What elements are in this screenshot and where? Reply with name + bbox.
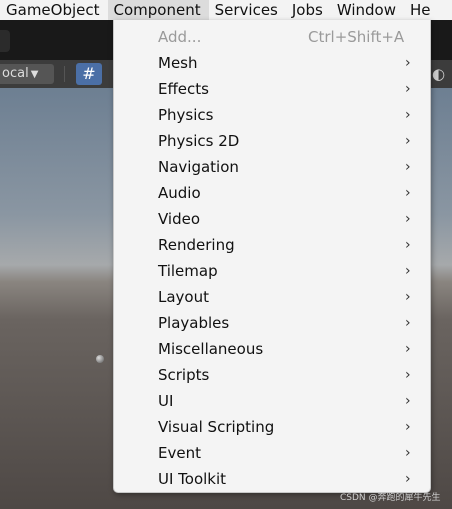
- menu-item-label: Navigation: [158, 158, 239, 176]
- menu-item-label: Visual Scripting: [158, 418, 275, 436]
- menu-item-label: Playables: [158, 314, 230, 332]
- menu-component[interactable]: Component: [107, 0, 209, 20]
- chevron-right-icon: ›: [405, 81, 411, 97]
- menu-item-label: Scripts: [158, 366, 210, 384]
- chevron-right-icon: ›: [405, 289, 411, 305]
- menu-item-label: Event: [158, 444, 201, 462]
- menu-bar: GameObject Component Services Jobs Windo…: [0, 0, 452, 20]
- add-label: Add...: [158, 28, 202, 46]
- menu-item-label: Miscellaneous: [158, 340, 264, 358]
- menu-window[interactable]: Window: [331, 0, 404, 20]
- menu-item-tilemap[interactable]: Tilemap ›: [114, 258, 430, 284]
- chevron-right-icon: ›: [405, 237, 411, 253]
- chevron-right-icon: ›: [405, 315, 411, 331]
- caret-down-icon: ▼: [30, 69, 39, 80]
- menu-item-ui[interactable]: UI ›: [114, 388, 430, 414]
- sphere-object[interactable]: [96, 355, 104, 363]
- menu-item-effects[interactable]: Effects ›: [114, 76, 430, 102]
- menu-item-audio[interactable]: Audio ›: [114, 180, 430, 206]
- chevron-right-icon: ›: [405, 341, 411, 357]
- menu-item-event[interactable]: Event ›: [114, 440, 430, 466]
- chevron-right-icon: ›: [405, 107, 411, 123]
- menu-item-ui-toolkit[interactable]: UI Toolkit ›: [114, 466, 430, 492]
- menu-item-physics[interactable]: Physics ›: [114, 102, 430, 128]
- chevron-right-icon: ›: [405, 159, 411, 175]
- chevron-right-icon: ›: [405, 263, 411, 279]
- menu-item-navigation[interactable]: Navigation ›: [114, 154, 430, 180]
- chevron-right-icon: ›: [405, 445, 411, 461]
- menu-jobs[interactable]: Jobs: [286, 0, 331, 20]
- grid-snap-button[interactable]: #: [76, 63, 102, 85]
- menu-services[interactable]: Services: [209, 0, 286, 20]
- menu-item-label: UI Toolkit: [158, 470, 227, 488]
- grid-icon: #: [82, 64, 96, 83]
- chevron-right-icon: ›: [405, 367, 411, 383]
- menu-item-label: Audio: [158, 184, 201, 202]
- chevron-right-icon: ›: [405, 471, 411, 487]
- chevron-right-icon: ›: [405, 419, 411, 435]
- menu-item-rendering[interactable]: Rendering ›: [114, 232, 430, 258]
- pivot-mode-label: ocal: [2, 66, 29, 81]
- menu-item-visual-scripting[interactable]: Visual Scripting ›: [114, 414, 430, 440]
- menu-item-mesh[interactable]: Mesh ›: [114, 50, 430, 76]
- menu-item-playables[interactable]: Playables ›: [114, 310, 430, 336]
- watermark: CSDN @奔跑的犀牛先生: [340, 493, 441, 503]
- menu-gameobject[interactable]: GameObject: [0, 0, 108, 20]
- menu-item-label: Physics 2D: [158, 132, 240, 150]
- menu-item-label: Tilemap: [158, 262, 218, 280]
- menu-item-label: Physics: [158, 106, 214, 124]
- chevron-right-icon: ›: [405, 393, 411, 409]
- menu-item-scripts[interactable]: Scripts ›: [114, 362, 430, 388]
- menu-help[interactable]: He: [404, 0, 439, 20]
- menu-item-label: Rendering: [158, 236, 235, 254]
- menu-item-layout[interactable]: Layout ›: [114, 284, 430, 310]
- menu-item-physics-2d[interactable]: Physics 2D ›: [114, 128, 430, 154]
- strip-control[interactable]: [0, 30, 10, 52]
- gizmo-icon[interactable]: ◐: [432, 63, 452, 85]
- add-shortcut: Ctrl+Shift+A: [308, 28, 405, 46]
- pivot-rotation-dropdown[interactable]: ocal ▼: [0, 64, 54, 84]
- menu-item-label: Video: [158, 210, 201, 228]
- chevron-right-icon: ›: [405, 211, 411, 227]
- chevron-right-icon: ›: [405, 133, 411, 149]
- menu-item-miscellaneous[interactable]: Miscellaneous ›: [114, 336, 430, 362]
- chevron-right-icon: ›: [405, 185, 411, 201]
- component-dropdown-menu: Add... Ctrl+Shift+A Mesh › Effects › Physi…: [113, 20, 431, 493]
- toolbar-separator: [64, 66, 65, 82]
- menu-item-label: Layout: [158, 288, 209, 306]
- chevron-right-icon: ›: [405, 55, 411, 71]
- menu-item-label: Mesh: [158, 54, 198, 72]
- menu-item-label: Effects: [158, 80, 209, 98]
- menu-item-add: Add... Ctrl+Shift+A: [114, 24, 430, 50]
- menu-item-video[interactable]: Video ›: [114, 206, 430, 232]
- menu-item-label: UI: [158, 392, 174, 410]
